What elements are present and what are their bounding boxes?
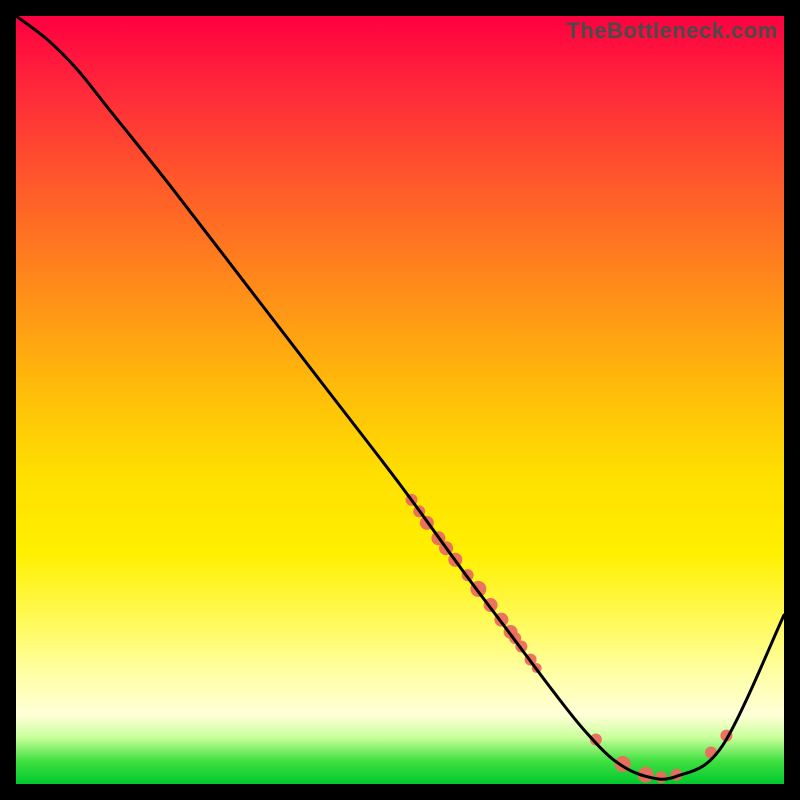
bottleneck-curve-path (16, 16, 784, 779)
chart-svg (16, 16, 784, 784)
markers-group (406, 494, 733, 783)
chart-frame: TheBottleneck.com (0, 0, 800, 800)
plot-area: TheBottleneck.com (16, 16, 784, 784)
data-marker (655, 771, 667, 783)
